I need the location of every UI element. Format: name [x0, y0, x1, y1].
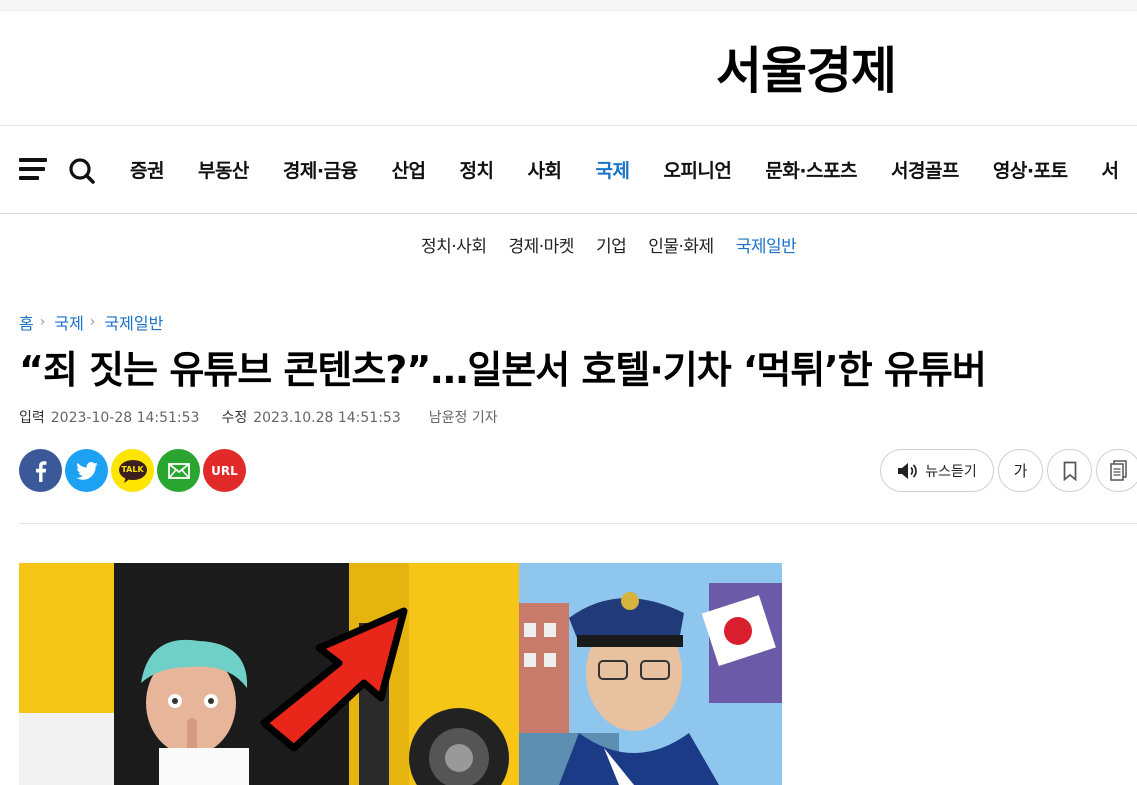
kakaotalk-label: TALK [121, 465, 144, 474]
bookmark-button[interactable] [1047, 449, 1092, 492]
main-navigation: 증권 부동산 경제·금융 산업 정치 사회 국제 오피니언 문화·스포츠 서경골프 영상·포토 서 [0, 125, 1137, 214]
subnav-item[interactable]: 기업 [596, 232, 627, 257]
hamburger-menu-icon[interactable] [19, 158, 47, 180]
chevron-right-icon: › [89, 314, 96, 330]
bookmark-icon [1063, 461, 1076, 481]
breadcrumb: 홈 › 국제 › 국제일반 [19, 310, 163, 334]
gnb-item[interactable]: 부동산 [198, 156, 249, 183]
twitter-share-button[interactable] [65, 449, 108, 492]
modified-label: 수정 [221, 410, 248, 426]
document-icon [1109, 459, 1127, 481]
breadcrumb-item[interactable]: 국제일반 [104, 310, 163, 334]
kakaotalk-share-button[interactable]: TALK [111, 449, 154, 492]
content-divider [19, 523, 1137, 524]
article-tools: 뉴스듣기 가 [880, 449, 1137, 492]
gnb-item[interactable]: 증권 [130, 156, 164, 183]
gnb-item[interactable]: 경제·금융 [283, 156, 358, 183]
gnb-item[interactable]: 영상·포토 [993, 156, 1068, 183]
envelope-icon [167, 462, 190, 479]
subnav-item[interactable]: 정치·사회 [421, 232, 487, 257]
url-label: URL [211, 463, 238, 478]
email-share-button[interactable] [157, 449, 200, 492]
article-meta: 입력 2023-10-28 14:51:53 수정 2023.10.28 14:51:… [19, 407, 498, 427]
gnb-item[interactable]: 서경골프 [891, 156, 959, 183]
search-icon[interactable] [68, 157, 96, 185]
site-logo[interactable]: 서울경제 [716, 38, 897, 104]
input-label: 입력 [19, 410, 45, 426]
article-photo[interactable] [19, 563, 782, 785]
gnb-item[interactable]: 서 [1102, 156, 1119, 183]
listen-label: 뉴스듣기 [925, 463, 977, 480]
print-button[interactable] [1096, 449, 1137, 492]
gnb-item[interactable]: 국제 [595, 156, 629, 183]
speaker-icon [898, 462, 918, 479]
subnav-item[interactable]: 국제일반 [736, 232, 797, 257]
gnb-menu: 증권 부동산 경제·금융 산업 정치 사회 국제 오피니언 문화·스포츠 서경골프 영상·포토 서 [113, 126, 1136, 213]
subnav-item[interactable]: 경제·마켓 [508, 232, 574, 257]
twitter-bird-icon [75, 461, 98, 480]
reporter-name[interactable]: 남윤정 기자 [429, 410, 498, 426]
gnb-item[interactable]: 오피니언 [663, 156, 731, 183]
modified-time: 2023.10.28 14:51:53 [253, 410, 401, 426]
share-buttons: TALK URL [19, 449, 249, 492]
font-size-button[interactable]: 가 [998, 449, 1043, 492]
url-copy-button[interactable]: URL [203, 449, 246, 492]
listen-news-button[interactable]: 뉴스듣기 [880, 449, 994, 492]
article-headline: “죄 짓는 유튜브 콘텐츠?”…일본서 호텔·기차 ‘먹튀’한 유튜버 [19, 348, 987, 392]
gnb-item[interactable]: 문화·스포츠 [765, 156, 857, 183]
breadcrumb-item[interactable]: 홈 [19, 310, 34, 334]
gnb-item[interactable]: 산업 [392, 156, 426, 183]
gnb-item[interactable]: 정치 [460, 156, 494, 183]
youtuber-and-police-image [19, 563, 782, 785]
facebook-share-button[interactable] [19, 449, 62, 492]
gnb-item[interactable]: 사회 [528, 156, 562, 183]
input-time: 2023-10-28 14:51:53 [50, 410, 200, 426]
font-size-label: 가 [1013, 462, 1028, 480]
facebook-icon [35, 460, 46, 482]
top-strip [0, 0, 1137, 11]
subnav-item[interactable]: 인물·화제 [648, 232, 714, 257]
chevron-right-icon: › [39, 314, 46, 330]
breadcrumb-item[interactable]: 국제 [54, 310, 83, 334]
